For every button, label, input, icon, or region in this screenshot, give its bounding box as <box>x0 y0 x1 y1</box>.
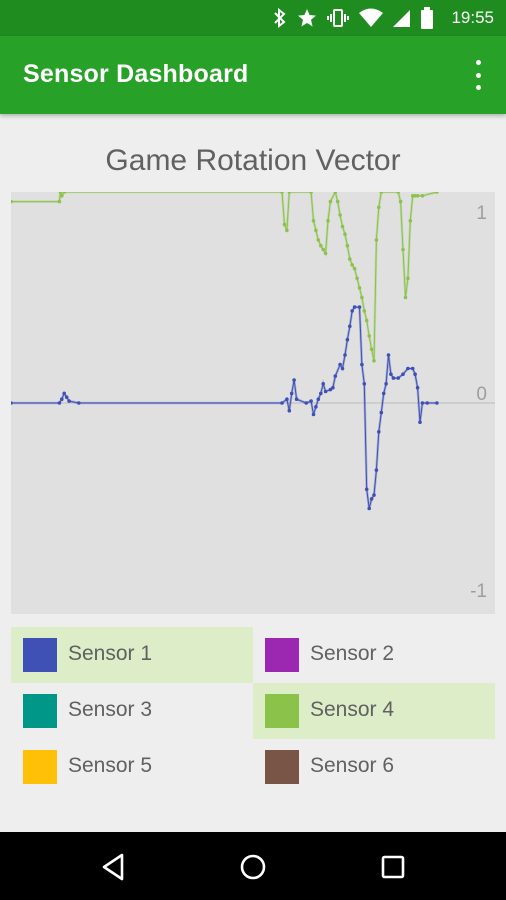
app-bar: Sensor Dashboard <box>0 36 506 114</box>
legend-swatch <box>265 694 299 728</box>
legend-item-sensor-6[interactable]: Sensor 6 <box>253 739 495 795</box>
line-chart[interactable]: 1 0 -1 <box>11 192 495 614</box>
legend-item-sensor-3[interactable]: Sensor 3 <box>11 683 253 739</box>
app-title: Sensor Dashboard <box>23 60 249 88</box>
battery-icon <box>421 7 434 29</box>
legend-item-sensor-5[interactable]: Sensor 5 <box>11 739 253 795</box>
legend-item-sensor-1[interactable]: Sensor 1 <box>11 627 253 683</box>
back-icon[interactable] <box>99 852 129 882</box>
legend-label: Sensor 3 <box>68 698 153 721</box>
chart-title: Game Rotation Vector <box>105 144 401 177</box>
legend-label: Sensor 1 <box>68 642 153 665</box>
legend-label: Sensor 5 <box>68 754 153 777</box>
y-tick-label: 1 <box>476 203 487 224</box>
status-clock: 19:55 <box>451 8 494 27</box>
status-bar: 19:55 <box>0 0 506 36</box>
recents-icon[interactable] <box>378 852 408 882</box>
y-tick-label: -1 <box>470 581 487 602</box>
vibrate-icon <box>327 9 350 27</box>
overflow-menu-icon[interactable] <box>472 60 484 90</box>
legend-swatch <box>265 638 299 672</box>
y-tick-label: 0 <box>476 384 487 405</box>
home-icon[interactable] <box>238 852 268 882</box>
star-icon <box>298 9 317 27</box>
legend-swatch <box>265 750 299 784</box>
legend-label: Sensor 4 <box>310 698 395 721</box>
legend-item-sensor-2[interactable]: Sensor 2 <box>253 627 495 683</box>
legend-label: Sensor 6 <box>310 754 395 777</box>
legend-swatch <box>23 694 57 728</box>
wifi-icon <box>359 8 384 27</box>
navigation-bar <box>0 832 506 900</box>
legend-item-sensor-4[interactable]: Sensor 4 <box>253 683 495 739</box>
legend-swatch <box>23 750 57 784</box>
legend-swatch <box>23 638 57 672</box>
bluetooth-icon <box>274 8 286 28</box>
legend-label: Sensor 2 <box>310 642 395 665</box>
signal-icon <box>393 10 411 27</box>
